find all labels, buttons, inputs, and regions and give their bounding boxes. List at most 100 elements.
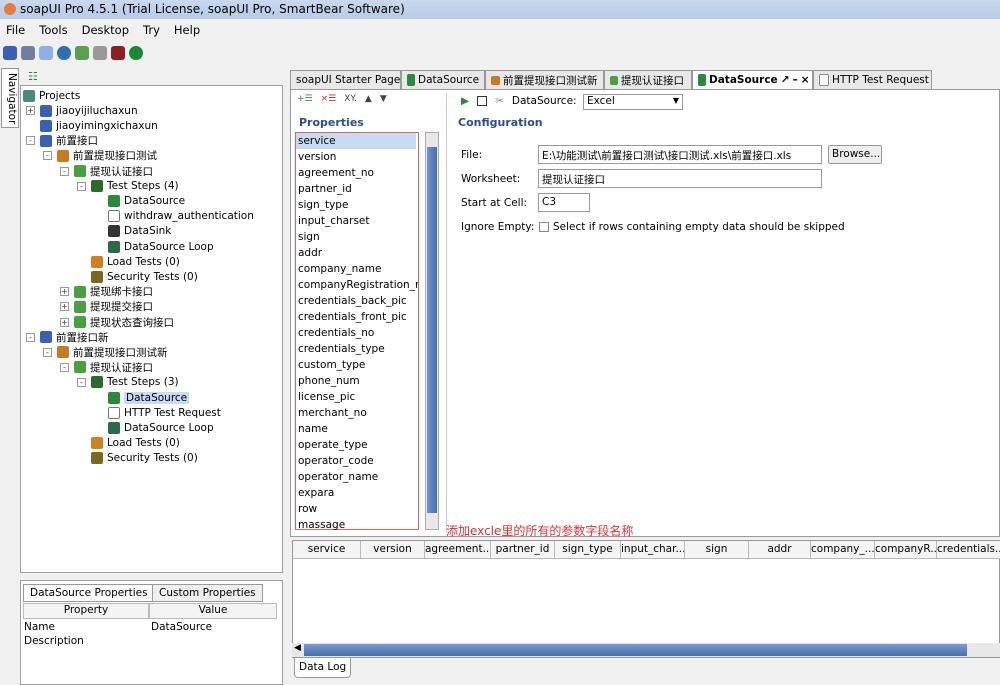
- tree-node[interactable]: Test Steps (4): [91, 179, 179, 194]
- move-down-icon[interactable]: ▼: [380, 94, 387, 104]
- property-item[interactable]: addr: [298, 245, 418, 261]
- tree-node[interactable]: DataSink: [108, 224, 171, 239]
- tree-node[interactable]: DataSource Loop: [108, 420, 214, 435]
- tree-node[interactable]: 提现认证接口: [74, 164, 153, 179]
- column-header[interactable]: sign: [685, 541, 749, 559]
- tree-node[interactable]: DataSource: [108, 390, 190, 405]
- property-item[interactable]: company_name: [298, 261, 418, 277]
- tree-node[interactable]: Projects: [23, 88, 80, 103]
- scrollbar-thumb[interactable]: [427, 147, 437, 513]
- close-icon[interactable]: ×: [801, 74, 810, 86]
- column-header[interactable]: companyR...: [875, 541, 937, 559]
- properties-scrollbar[interactable]: [425, 132, 439, 530]
- property-item[interactable]: sign_type: [298, 197, 418, 213]
- property-item[interactable]: version: [298, 149, 418, 165]
- column-header[interactable]: input_char...: [621, 541, 685, 559]
- tab-testcase[interactable]: 提现认证接口: [604, 70, 692, 89]
- tab-data-log[interactable]: Data Log: [294, 658, 352, 678]
- browse-button[interactable]: Browse...: [828, 145, 882, 164]
- options-icon[interactable]: ✂: [495, 95, 504, 107]
- column-header[interactable]: credentials...: [937, 541, 1000, 559]
- tree-node[interactable]: 提现认证接口: [74, 360, 153, 375]
- tab-http-request[interactable]: HTTP Test Request: [813, 70, 932, 89]
- column-header[interactable]: agreement...: [425, 541, 491, 559]
- property-item[interactable]: credentials_front_pic: [298, 309, 418, 325]
- file-input[interactable]: E:\功能测试\前置接口测试\接口测试.xls\前置接口.xls: [538, 145, 822, 164]
- column-header[interactable]: sign_type: [555, 541, 621, 559]
- collapse-icon[interactable]: -: [60, 362, 69, 372]
- tree-node[interactable]: Security Tests (0): [91, 450, 198, 465]
- collapse-icon[interactable]: -: [43, 347, 52, 357]
- property-item[interactable]: phone_num: [298, 373, 418, 389]
- property-item[interactable]: expara: [298, 485, 418, 501]
- datasource-select[interactable]: Excel ▼: [583, 94, 683, 110]
- tree-node[interactable]: 前置接口新: [40, 330, 109, 345]
- navigator-tab[interactable]: Navigator: [1, 68, 19, 128]
- property-item[interactable]: credentials_back_pic: [298, 293, 418, 309]
- collapse-icon[interactable]: -: [26, 332, 35, 342]
- menu-desktop[interactable]: Desktop: [82, 23, 129, 37]
- collapse-icon[interactable]: -: [26, 136, 35, 146]
- property-item[interactable]: companyRegistration_no: [298, 277, 418, 293]
- column-header[interactable]: service: [293, 541, 361, 559]
- forum-icon[interactable]: [57, 46, 71, 60]
- worksheet-input[interactable]: 提现认证接口: [538, 169, 822, 188]
- property-item[interactable]: row: [298, 501, 418, 517]
- property-item[interactable]: license_pic: [298, 389, 418, 405]
- detach-icon[interactable]: ↗: [781, 74, 790, 86]
- expand-icon[interactable]: +: [26, 106, 35, 116]
- proxy-icon[interactable]: [111, 46, 125, 60]
- tree-node[interactable]: 提现状态查询接口: [74, 315, 174, 330]
- expand-icon[interactable]: +: [60, 302, 69, 312]
- tab-datasource-properties[interactable]: DataSource Properties: [23, 584, 155, 602]
- save-all-icon[interactable]: [39, 46, 53, 60]
- remove-property-icon[interactable]: ×☰: [321, 94, 337, 104]
- tree-node[interactable]: 提现绑卡接口: [74, 284, 153, 299]
- import-project-icon[interactable]: [21, 46, 35, 60]
- expand-icon[interactable]: +: [60, 287, 69, 297]
- property-item[interactable]: sign: [298, 229, 418, 245]
- property-item[interactable]: operator_name: [298, 469, 418, 485]
- collapse-icon[interactable]: -: [77, 377, 86, 387]
- tab-datasource[interactable]: DataSource: [401, 70, 485, 89]
- scrollbar-thumb[interactable]: [304, 644, 967, 656]
- column-header[interactable]: version: [361, 541, 425, 559]
- add-property-icon[interactable]: +☰: [297, 94, 313, 104]
- property-item[interactable]: massage: [298, 517, 418, 533]
- column-header[interactable]: partner_id: [491, 541, 555, 559]
- expand-icon[interactable]: +: [60, 317, 69, 327]
- property-item[interactable]: operator_code: [298, 453, 418, 469]
- new-project-icon[interactable]: [3, 46, 17, 60]
- property-item[interactable]: credentials_type: [298, 341, 418, 357]
- collapse-icon[interactable]: -: [77, 181, 86, 191]
- menu-try[interactable]: Try: [143, 23, 160, 37]
- start-cell-input[interactable]: C3: [538, 193, 590, 212]
- move-up-icon[interactable]: ▲: [365, 94, 372, 104]
- column-header[interactable]: company_...: [811, 541, 875, 559]
- splitter[interactable]: [446, 93, 452, 533]
- property-item[interactable]: input_charset: [298, 213, 418, 229]
- tools-icon[interactable]: [93, 46, 107, 60]
- preferences-icon[interactable]: [75, 46, 89, 60]
- tree-node[interactable]: Load Tests (0): [91, 435, 180, 450]
- grid-scrollbar[interactable]: ◀: [292, 643, 1000, 657]
- tree-node[interactable]: 前置提现接口测试新: [57, 345, 168, 360]
- stop-icon[interactable]: [477, 96, 488, 106]
- property-item[interactable]: partner_id: [298, 181, 418, 197]
- menu-file[interactable]: File: [6, 23, 25, 37]
- tree-node[interactable]: HTTP Test Request: [108, 405, 221, 420]
- tab-datasource-active[interactable]: DataSource ↗ – ×: [692, 70, 813, 89]
- menu-tools[interactable]: Tools: [39, 23, 67, 37]
- ignore-empty-checkbox[interactable]: [539, 222, 549, 232]
- collapse-icon[interactable]: -: [43, 151, 52, 161]
- tree-node[interactable]: Test Steps (3): [91, 375, 179, 390]
- tree-node[interactable]: 提现提交接口: [74, 299, 153, 314]
- tree-node[interactable]: withdraw_authentication: [108, 209, 254, 224]
- tab-starter-page[interactable]: soapUI Starter Page: [290, 70, 401, 89]
- tree-node[interactable]: Security Tests (0): [91, 269, 198, 284]
- property-item[interactable]: agreement_no: [298, 165, 418, 181]
- scroll-left-icon[interactable]: ◀: [294, 643, 301, 653]
- property-item[interactable]: name: [298, 421, 418, 437]
- tab-custom-properties[interactable]: Custom Properties: [152, 584, 263, 602]
- property-item[interactable]: credentials_no: [298, 325, 418, 341]
